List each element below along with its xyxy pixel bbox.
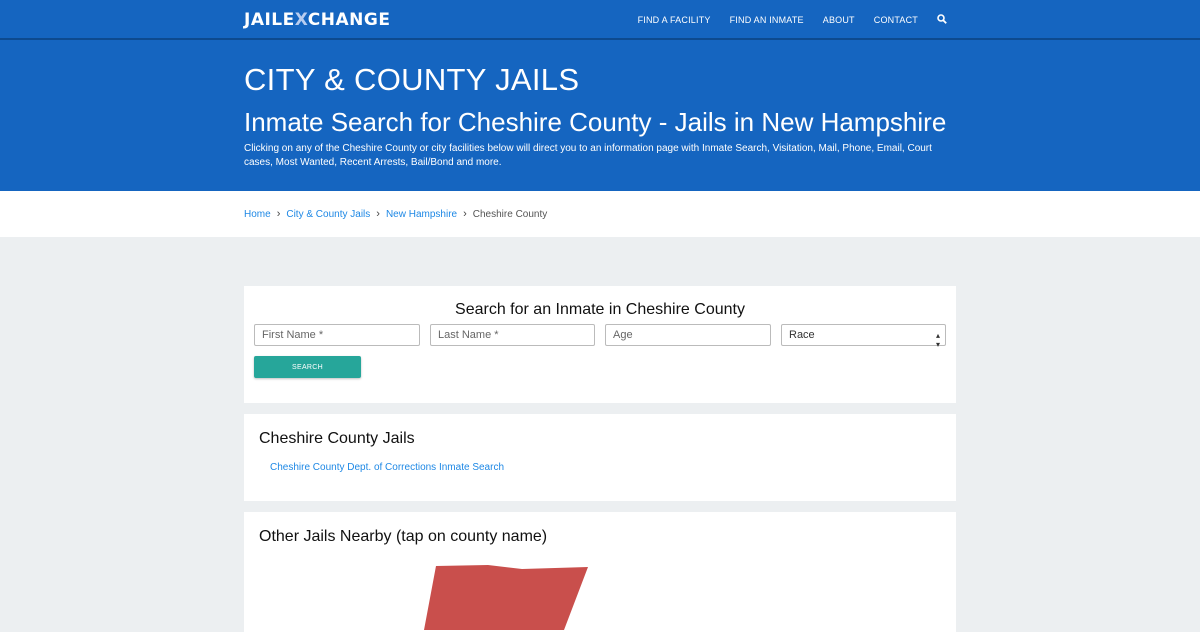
nav-contact[interactable]: CONTACT (874, 15, 918, 25)
search-card-title: Search for an Inmate in Cheshire County (455, 301, 745, 318)
breadcrumb-home[interactable]: Home (244, 209, 271, 220)
search-button[interactable]: SEARCH (254, 356, 361, 378)
inmate-search-card: Search for an Inmate in Cheshire County … (244, 286, 956, 403)
age-input[interactable] (605, 324, 771, 346)
page-title: Inmate Search for Cheshire County - Jail… (244, 107, 947, 137)
nearby-jails-title: Other Jails Nearby (tap on county name) (259, 528, 548, 545)
county-jails-title: Cheshire County Jails (259, 430, 415, 447)
county-jails-card: Cheshire County Jails Cheshire County De… (244, 414, 956, 501)
section-heading: CITY & COUNTY JAILS (244, 62, 580, 97)
nearby-jails-card: Other Jails Nearby (tap on county name) (244, 512, 956, 632)
chevron-right-icon: › (276, 208, 281, 220)
breadcrumb: Home › City & County Jails › New Hampshi… (244, 208, 547, 220)
chevron-right-icon: › (463, 208, 467, 220)
nav-about[interactable]: ABOUT (823, 15, 855, 25)
county-map-shape (424, 565, 588, 630)
chevron-right-icon: › (376, 208, 380, 220)
first-name-input[interactable] (254, 324, 420, 346)
nav-find-a-facility[interactable]: FIND A FACILITY (638, 15, 711, 25)
hero-banner: CITY & COUNTY JAILS Inmate Search for Ch… (0, 40, 1200, 191)
top-navbar: JAILEXCHANGE FIND A FACILITY FIND AN INM… (0, 0, 1200, 40)
nav-find-an-inmate[interactable]: FIND AN INMATE (730, 15, 804, 25)
last-name-input[interactable] (430, 324, 595, 346)
main-menu: FIND A FACILITY FIND AN INMATE ABOUT CON… (619, 0, 947, 40)
breadcrumb-city-county-jails[interactable]: City & County Jails (286, 209, 370, 220)
breadcrumb-current: Cheshire County (472, 208, 548, 220)
breadcrumb-bar: Home › City & County Jails › New Hampshi… (0, 191, 1200, 237)
search-icon[interactable] (937, 14, 947, 24)
site-logo[interactable]: JAILEXCHANGE (244, 10, 390, 30)
page-description: Clicking on any of the Cheshire County o… (244, 143, 932, 168)
breadcrumb-new-hampshire[interactable]: New Hampshire (386, 209, 457, 220)
race-select[interactable]: Race (781, 324, 946, 346)
facility-link[interactable]: Cheshire County Dept. of Corrections Inm… (270, 462, 504, 473)
